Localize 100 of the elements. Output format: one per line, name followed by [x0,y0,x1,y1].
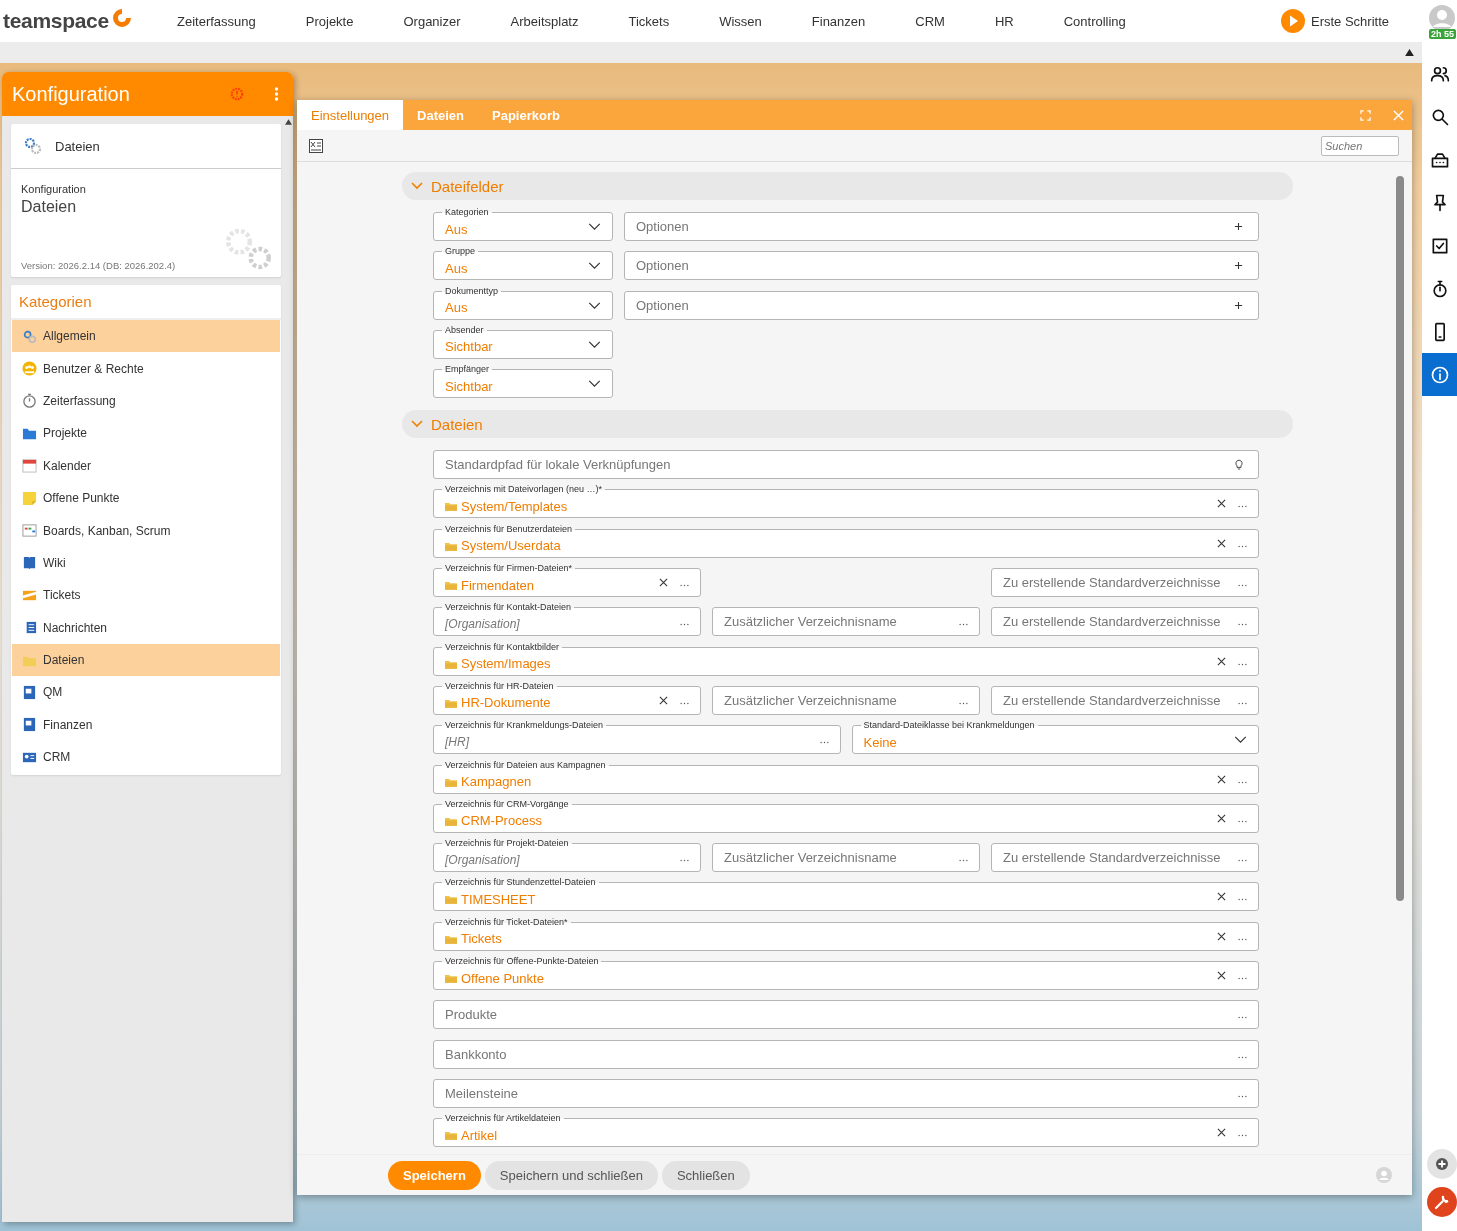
text-field[interactable]: Standardpfad für lokale Verknüpfungen [433,450,1259,480]
more-icon[interactable] [1238,1055,1247,1059]
lightbulb-icon[interactable] [1235,458,1243,471]
more-icon[interactable] [1238,505,1247,509]
more-icon[interactable] [1238,977,1247,981]
category-item[interactable]: Tickets [12,579,280,612]
nav-link[interactable]: Projekte [280,13,379,29]
more-icon[interactable] [1238,544,1247,548]
clear-icon[interactable] [1217,931,1226,941]
more-icon[interactable] [819,741,829,745]
chevron-down-icon[interactable] [588,340,601,348]
more-icon[interactable] [1238,662,1247,666]
chevron-down-icon[interactable] [588,262,601,270]
clear-icon[interactable] [1217,813,1226,823]
nav-link[interactable]: Wissen [694,13,787,29]
field-placeholder: Zusätzlicher Verzeichnisname [724,850,897,866]
text-field[interactable]: Zusätzlicher Verzeichnisname [712,685,980,715]
nav-link[interactable]: Tickets [603,13,695,29]
text-field[interactable]: Zu erstellende Standardverzeichnisse [991,843,1259,873]
info-icon[interactable] [1422,353,1457,396]
first-steps-button[interactable]: Erste Schritte [1280,9,1389,33]
text-field[interactable]: Zu erstellende Standardverzeichnisse [991,568,1259,598]
text-field[interactable]: Zusätzlicher Verzeichnisname [712,843,980,873]
clear-icon[interactable] [1217,774,1226,784]
clear-icon[interactable] [1217,1128,1226,1138]
clear-icon[interactable] [1217,892,1226,902]
options-field[interactable]: Optionen [624,251,1259,281]
more-icon[interactable] [680,584,689,588]
more-icon[interactable] [680,859,689,863]
options-field[interactable]: Optionen [624,212,1259,241]
scrollbar[interactable] [1396,176,1404,901]
nav-link[interactable]: Finanzen [786,13,891,29]
more-icon[interactable] [1238,898,1247,902]
chevron-down-icon[interactable] [588,380,601,388]
category-item[interactable]: Zeiterfassung [12,384,280,418]
category-item[interactable]: Offene Punkte [12,481,280,515]
nav-link[interactable]: Zeiterfassung [177,13,281,29]
more-icon[interactable] [1238,623,1247,627]
action-button[interactable]: Schließen [661,1160,750,1190]
category-item[interactable]: Boards, Kanban, Scrum [12,514,280,547]
clear-icon[interactable] [1217,538,1226,548]
clear-icon[interactable] [1217,656,1226,666]
more-icon[interactable] [1238,1094,1247,1098]
more-icon[interactable] [1238,937,1247,941]
nav-link[interactable]: HR [969,13,1039,29]
text-field[interactable]: Bankkonto [433,1039,1259,1069]
field-value: Aus [445,220,468,237]
category-item[interactable]: Nachrichten [12,611,280,644]
options-field[interactable]: Optionen [624,290,1259,320]
nav-link[interactable]: CRM [890,13,970,29]
more-icon[interactable] [959,623,968,627]
logo-text[interactable]: teamspace [3,9,109,33]
chevron-down-icon[interactable] [588,301,601,309]
category-item[interactable]: Kalender [12,449,280,482]
spreadsheet-export-icon[interactable] [309,138,323,153]
text-field[interactable]: Zu erstellende Standardverzeichnisse [991,685,1259,715]
add-icon[interactable] [1234,261,1243,271]
avatar-icon[interactable] [1429,5,1455,31]
clear-icon[interactable] [1217,971,1226,981]
text-field[interactable]: Zusätzlicher Verzeichnisname [712,607,980,637]
more-icon[interactable] [1238,1134,1247,1138]
scroll-up-icon[interactable] [285,119,292,125]
clear-icon[interactable] [659,578,668,588]
category-item[interactable]: Projekte [12,417,280,450]
search-field[interactable]: Suchen [1321,135,1399,156]
more-icon[interactable] [959,859,968,863]
category-item[interactable]: Finanzen [12,708,280,742]
more-icon[interactable] [1238,859,1247,863]
action-button[interactable]: Speichern und schließen [484,1160,658,1190]
field-value: System/Templates [461,498,568,514]
clear-icon[interactable] [659,695,668,705]
field-value: Keine [863,733,897,750]
text-field[interactable]: Meilensteine [433,1078,1259,1108]
category-item[interactable]: Allgemein [12,320,280,353]
add-icon[interactable] [1234,300,1243,310]
more-icon[interactable] [1238,701,1247,705]
chevron-down-icon[interactable] [588,223,601,230]
scroll-up-icon[interactable] [1405,49,1414,56]
category-item[interactable]: CRM [12,741,280,774]
add-icon[interactable] [1234,222,1243,231]
text-field[interactable]: Produkte [433,1000,1259,1030]
more-icon[interactable] [1238,584,1247,588]
more-icon[interactable] [1238,780,1247,784]
more-icon[interactable] [680,701,689,705]
more-icon[interactable] [959,701,968,705]
wrench-icon[interactable] [1427,1187,1457,1217]
more-icon[interactable] [1238,819,1247,823]
add-icon[interactable] [1427,1149,1457,1179]
chevron-down-icon[interactable] [1234,736,1247,744]
category-item[interactable]: Benutzer & Rechte [12,352,280,385]
text-field[interactable]: Zu erstellende Standardverzeichnisse [991,607,1259,637]
nav-link[interactable]: Controlling [1038,13,1151,29]
more-icon[interactable] [1238,1016,1247,1020]
category-item[interactable]: QM [12,676,280,709]
clear-icon[interactable] [1217,499,1226,509]
category-item[interactable]: Dateien [12,643,280,677]
nav-link[interactable]: Organizer [378,13,486,29]
nav-link[interactable]: Arbeitsplatz [485,13,604,29]
more-icon[interactable] [680,623,689,627]
category-item[interactable]: Wiki [12,546,280,580]
